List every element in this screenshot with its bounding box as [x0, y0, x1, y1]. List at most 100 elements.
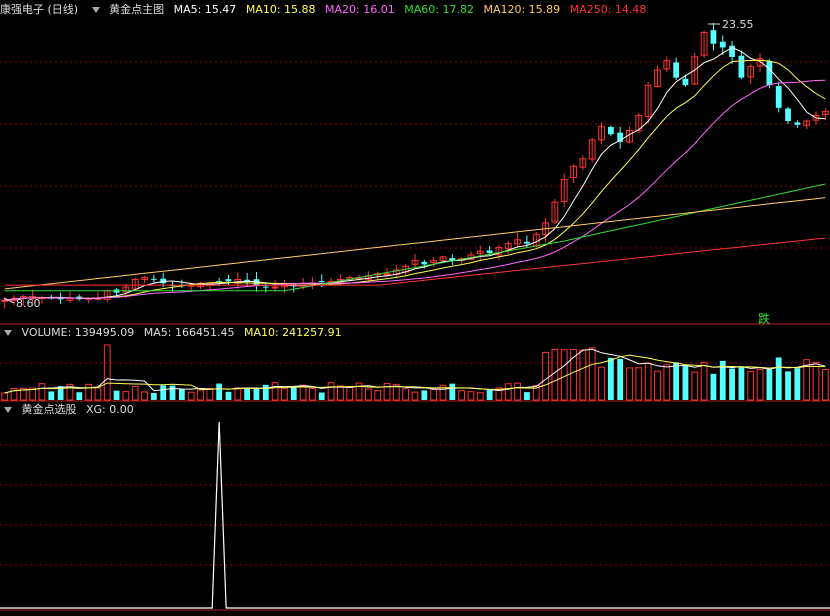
main-panel-header: 康强电子 (日线) 黄金点主图 MA5: 15.47 MA10: 15.88 M…	[0, 2, 652, 18]
high-price-label: 23.55	[722, 18, 754, 31]
candle-body-down	[57, 298, 64, 300]
volume-bar-up	[691, 371, 699, 401]
volume-bar-up	[812, 361, 820, 401]
volume-bar-up	[654, 370, 661, 401]
volume-bar-up	[364, 388, 372, 401]
volume-bar-up	[383, 383, 391, 401]
volume-bar-up	[476, 392, 484, 401]
ma120-line	[4, 197, 826, 290]
volume-bar-down	[673, 362, 680, 400]
volume-bar-down	[169, 385, 176, 400]
ma250-value: MA250: 14.48	[569, 3, 647, 16]
volume-ma10-value: MA10: 241257.91	[243, 326, 342, 339]
candle-body-down	[607, 126, 614, 135]
volume-bar-down	[607, 357, 614, 400]
volume-bar-down	[794, 368, 801, 400]
volume-bar-up	[588, 347, 596, 401]
volume-bar-up	[756, 369, 764, 401]
volume-dropdown-icon[interactable]	[4, 329, 12, 336]
volume-bar-down	[738, 367, 745, 400]
low-price-label: 8.60	[16, 297, 41, 310]
volume-bar-down	[160, 385, 167, 400]
chart-canvas[interactable]	[0, 0, 830, 612]
candle-body-up	[383, 273, 391, 276]
candle-body-down	[738, 55, 745, 78]
candle-body-down	[766, 61, 773, 86]
volume-bar-up	[38, 383, 46, 401]
volume-bar-up	[94, 387, 102, 401]
indicator-dropdown-icon[interactable]	[91, 6, 100, 13]
volume-bar-down	[290, 387, 297, 400]
volume-bar-down	[421, 390, 428, 400]
indicator-name: 黄金点主图	[109, 3, 165, 16]
volume-bar-down	[710, 373, 717, 400]
volume-bar-down	[76, 392, 83, 400]
volume-panel-header: VOLUME: 139495.09 MA5: 166451.45 MA10: 2…	[0, 325, 348, 341]
candle-body-down	[421, 261, 428, 265]
volume-bar-up	[327, 382, 335, 401]
volume-bar-up	[131, 386, 139, 401]
ma20-value: MA20: 16.01	[325, 3, 395, 16]
volume-bar-up	[560, 349, 568, 401]
volume-bar-down	[486, 389, 493, 400]
volume-bar-down	[48, 391, 55, 400]
volume-bar-up	[402, 388, 410, 401]
candle-body-down	[262, 286, 269, 288]
volume-bar-up	[514, 382, 521, 401]
volume-bar-up	[598, 366, 605, 401]
volume-bar-up	[663, 364, 671, 401]
chart-stage[interactable]: 康强电子 (日线) 黄金点主图 MA5: 15.47 MA10: 15.88 M…	[0, 0, 830, 612]
volume-bar-up	[458, 390, 466, 401]
candle-body-down	[775, 86, 782, 108]
ma120-value: MA120: 15.89	[483, 3, 561, 16]
volume-bar-up	[635, 367, 643, 401]
candle-body-down	[318, 280, 325, 282]
candle-body-down	[719, 41, 726, 48]
volume-bar-down	[253, 388, 260, 400]
volume-bar-up	[103, 344, 111, 401]
volume-bar-up	[281, 387, 288, 401]
volume-bar-up	[85, 383, 92, 401]
signal-indicator-name: 黄金点选股	[21, 403, 77, 416]
volume-bar-up	[234, 387, 242, 401]
candle-body-down	[225, 279, 232, 282]
signal-dropdown-icon[interactable]	[4, 406, 12, 413]
volume-bar-up	[542, 351, 549, 401]
volume-bar-up	[821, 369, 829, 401]
volume-bar-up	[309, 387, 316, 401]
volume-value: VOLUME: 139495.09	[21, 326, 135, 339]
candle-body-down	[486, 250, 493, 254]
volume-bar-down	[449, 383, 456, 400]
candle-body-down	[673, 62, 680, 78]
ma10-value: MA10: 15.88	[245, 3, 316, 16]
volume-bar-up	[141, 391, 148, 401]
candle-body-down	[150, 278, 157, 280]
volume-bar-up	[644, 362, 652, 401]
volume-bar-up	[504, 383, 512, 401]
volume-bar-up	[700, 361, 708, 401]
signal-badge: 跌	[758, 312, 771, 326]
xg-value: XG: 0.00	[86, 403, 134, 416]
candle-body-down	[682, 78, 689, 86]
volume-bar-up	[355, 382, 363, 401]
volume-bar-up	[579, 349, 587, 401]
volume-bar-down	[775, 357, 782, 400]
volume-bar-up	[467, 391, 475, 401]
volume-bar-up	[626, 367, 633, 401]
volume-bar-up	[551, 348, 559, 401]
candle-body-down	[794, 122, 801, 125]
volume-bar-up	[197, 389, 204, 401]
ma60-value: MA60: 17.82	[404, 3, 474, 16]
volume-bar-down	[262, 384, 269, 400]
volume-bar-down	[524, 392, 530, 400]
volume-bar-up	[747, 370, 755, 401]
volume-bar-down	[225, 391, 232, 400]
volume-bar-up	[1, 392, 9, 401]
candle-body-down	[524, 241, 530, 244]
candle-body-down	[785, 108, 791, 122]
xg-signal-line	[0, 421, 830, 609]
volume-bar-down	[244, 388, 251, 400]
volume-ma10-line	[4, 354, 826, 394]
volume-ma5-value: MA5: 166451.45	[143, 326, 235, 339]
signal-panel-header: 黄金点选股 XG: 0.00	[0, 402, 140, 418]
